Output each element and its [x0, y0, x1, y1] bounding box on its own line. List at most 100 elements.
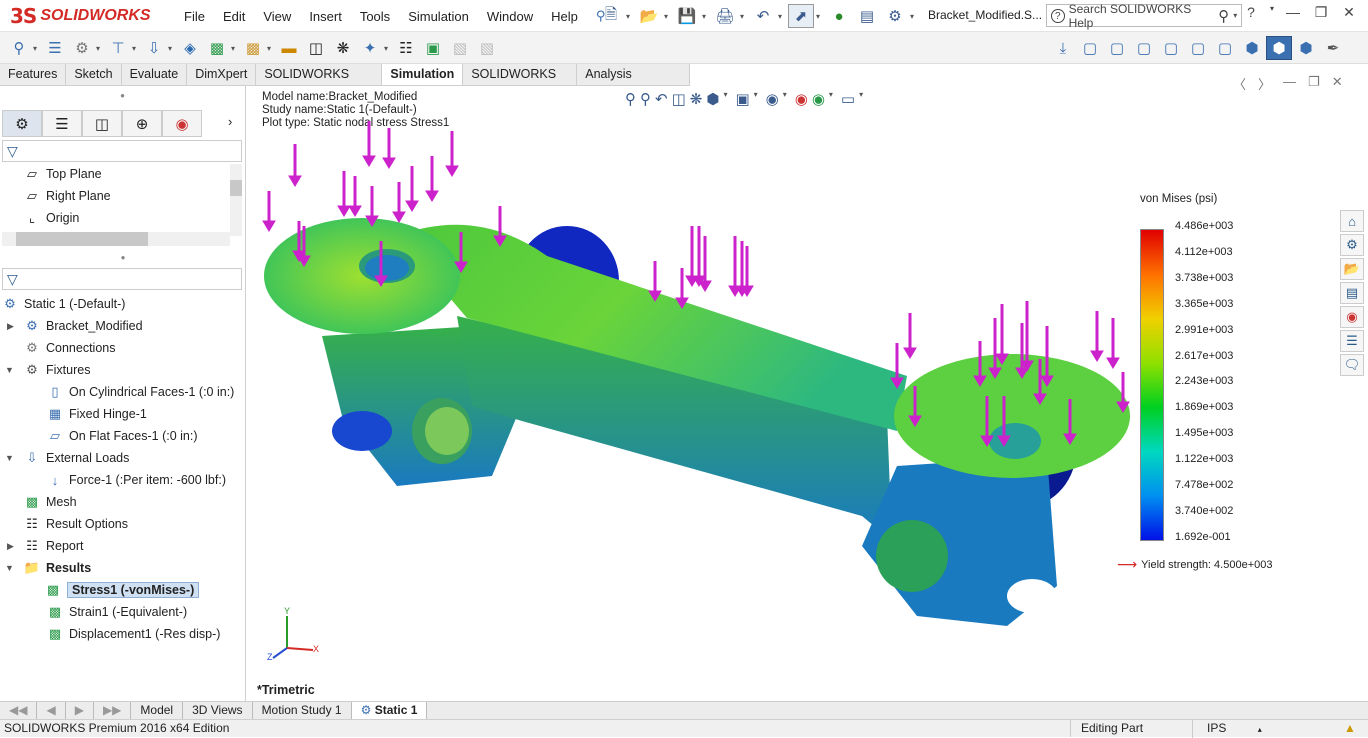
viewport-back-icon[interactable]: 〈	[1233, 74, 1246, 93]
tab-features[interactable]: Features	[0, 64, 67, 85]
menu-edit[interactable]: Edit	[214, 9, 254, 24]
solidworks-logo[interactable]: 3S SOLIDWORKS	[10, 4, 151, 28]
view-isometric-icon[interactable]: ⬢	[1239, 36, 1265, 60]
tree-fixture-cylindrical[interactable]: ▯ On Cylindrical Faces-1 (:0 in:)	[47, 381, 234, 403]
view-top-icon[interactable]: ▢	[1185, 36, 1211, 60]
new-document-icon[interactable]: 🗎	[598, 4, 624, 28]
report-icon[interactable]: ☷	[393, 36, 419, 60]
tree-splitter-handle[interactable]: ●	[0, 254, 246, 262]
save-dropdown-icon[interactable]: ▾	[702, 12, 710, 21]
expand-part-icon[interactable]: ▶	[7, 321, 14, 332]
tree-top-plane[interactable]: ▱ Top Plane	[24, 163, 102, 185]
dimxpert-manager-tab-icon[interactable]: ⊕	[122, 110, 162, 137]
view-palette-icon[interactable]: ▤	[1340, 282, 1364, 304]
run-dropdown-icon[interactable]: ▾	[231, 44, 239, 53]
open-folder-icon[interactable]: 📂	[636, 4, 662, 28]
menu-view[interactable]: View	[254, 9, 300, 24]
menu-insert[interactable]: Insert	[300, 9, 351, 24]
file-explorer-icon[interactable]: 📂	[1340, 258, 1364, 280]
tab-scroll-first-icon[interactable]: ◀◀	[0, 702, 38, 719]
study-advisor-icon[interactable]: ⚲	[6, 36, 32, 60]
view-back-icon[interactable]: ▢	[1104, 36, 1130, 60]
configuration-manager-tab-icon[interactable]: ◫	[82, 110, 122, 137]
tree-stress1[interactable]: ▩ Stress1 (-vonMises-)	[45, 579, 200, 601]
display-manager-tab-icon[interactable]: ◉	[162, 110, 202, 137]
menu-simulation[interactable]: Simulation	[399, 9, 478, 24]
minimize-icon[interactable]: —	[1282, 4, 1304, 21]
help-search-box[interactable]: ? Search SOLIDWORKS Help ⚲ ▾	[1046, 2, 1242, 30]
collapse-results-icon[interactable]: ▼	[5, 563, 14, 573]
view-left-icon[interactable]: ▢	[1131, 36, 1157, 60]
undo-dropdown-icon[interactable]: ▾	[778, 12, 786, 21]
tree-origin[interactable]: ⌞ Origin	[24, 207, 79, 229]
tab-motion-study[interactable]: Motion Study 1	[253, 702, 352, 719]
help-icon[interactable]: ?	[1240, 4, 1262, 21]
select-pointer-icon[interactable]: ⬈	[788, 4, 814, 28]
view-dimetric-icon[interactable]: ⬢	[1293, 36, 1319, 60]
tree-force[interactable]: ↓ Force-1 (:Per item: -600 lbf:)	[47, 469, 226, 491]
help-search-input[interactable]: Search SOLIDWORKS Help	[1069, 2, 1215, 30]
fixtures-advisor-icon[interactable]: ⊤	[105, 36, 131, 60]
forum-icon[interactable]: 🗨	[1340, 354, 1364, 376]
tree-study[interactable]: ⚙ Static 1 (-Default-)	[2, 293, 125, 315]
collapse-fixtures-icon[interactable]: ▼	[5, 365, 14, 375]
view-right-icon[interactable]: ▢	[1158, 36, 1184, 60]
tree-strain1[interactable]: ▩ Strain1 (-Equivalent-)	[47, 601, 187, 623]
run-study-icon[interactable]: ▩	[204, 36, 230, 60]
feature-manager-tab-icon[interactable]: ⚙	[2, 110, 42, 137]
tree-fixtures[interactable]: ⚙ Fixtures	[24, 359, 90, 381]
external-loads-icon[interactable]: ⇩	[141, 36, 167, 60]
home-icon[interactable]: ⌂	[1340, 210, 1364, 232]
panel-splitter-handle[interactable]: ●	[0, 92, 245, 100]
view-trimetric-icon[interactable]: ⬢	[1266, 36, 1292, 60]
tree-results[interactable]: 📁 Results	[24, 557, 91, 579]
tree-part[interactable]: ⚙ Bracket_Modified	[24, 315, 142, 337]
plot-tools-icon[interactable]: ✦	[357, 36, 383, 60]
view-bottom-icon[interactable]: ▢	[1212, 36, 1238, 60]
design-library-icon[interactable]: ⚙	[1340, 234, 1364, 256]
tree-filter-simulation[interactable]: ▽	[2, 268, 242, 290]
tab-scroll-prev-icon[interactable]: ◀	[37, 702, 66, 719]
options-dropdown-icon[interactable]: ▾	[910, 12, 918, 21]
include-image-icon[interactable]: ▣	[420, 36, 446, 60]
study-dropdown-icon[interactable]: ▾	[33, 44, 41, 53]
fixtures-list-icon[interactable]: ☰	[42, 36, 68, 60]
menu-tools[interactable]: Tools	[351, 9, 399, 24]
viewport-forward-icon[interactable]: 〉	[1258, 74, 1271, 93]
tree-scrollbar-vertical[interactable]	[230, 164, 242, 236]
tab-mbd[interactable]: SOLIDWORKS MBD	[463, 64, 578, 102]
loads-dropdown-icon[interactable]: ▾	[168, 44, 176, 53]
options-gear-icon[interactable]: ⚙	[882, 4, 908, 28]
tree-scrollbar-horizontal[interactable]	[2, 232, 230, 246]
tree-result-options[interactable]: ☷ Result Options	[24, 513, 128, 535]
menu-file[interactable]: File	[175, 9, 214, 24]
tab-scroll-next-icon[interactable]: ▶	[66, 702, 94, 719]
tree-filter-top[interactable]: ▽	[2, 140, 242, 162]
tab-static-study[interactable]: ⚙ Static 1	[351, 702, 428, 719]
tree-fixture-hinge[interactable]: ▦ Fixed Hinge-1	[47, 403, 147, 425]
tab-sketch[interactable]: Sketch	[66, 64, 122, 85]
tree-report[interactable]: ☷ Report	[24, 535, 83, 557]
notification-icon[interactable]: ▲	[1344, 720, 1356, 737]
normal-to-icon[interactable]: ⤓	[1050, 36, 1076, 60]
view-front-icon[interactable]: ▢	[1077, 36, 1103, 60]
compare-results-icon[interactable]: ◫	[303, 36, 329, 60]
file-properties-icon[interactable]: ▤	[854, 4, 880, 28]
tree-external-loads[interactable]: ⇩ External Loads	[24, 447, 130, 469]
connections-dropdown-icon[interactable]: ▾	[96, 44, 104, 53]
tab-simulation[interactable]: Simulation	[382, 64, 464, 85]
restore-icon[interactable]: ❐	[1310, 4, 1332, 21]
tree-connections[interactable]: ⚙ Connections	[24, 337, 115, 359]
results-advisor-icon[interactable]: ▩	[240, 36, 266, 60]
plot-tools-dropdown-icon[interactable]: ▾	[384, 44, 392, 53]
print-icon[interactable]: 🖨	[712, 4, 738, 28]
close-icon[interactable]: ✕	[1338, 4, 1360, 21]
tree-fixture-flat[interactable]: ▱ On Flat Faces-1 (:0 in:)	[47, 425, 198, 447]
new-dropdown-icon[interactable]: ▾	[626, 12, 634, 21]
tree-mesh[interactable]: ▩ Mesh	[24, 491, 77, 513]
menu-help[interactable]: Help	[542, 9, 587, 24]
unit-system-selector[interactable]: IPS ▴	[1192, 720, 1338, 738]
graphics-area[interactable]: Model name:Bracket_Modified Study name:S…	[247, 74, 1368, 701]
viewport-restore-icon[interactable]: ❐	[1308, 74, 1320, 93]
fixtures-dropdown-icon[interactable]: ▾	[132, 44, 140, 53]
